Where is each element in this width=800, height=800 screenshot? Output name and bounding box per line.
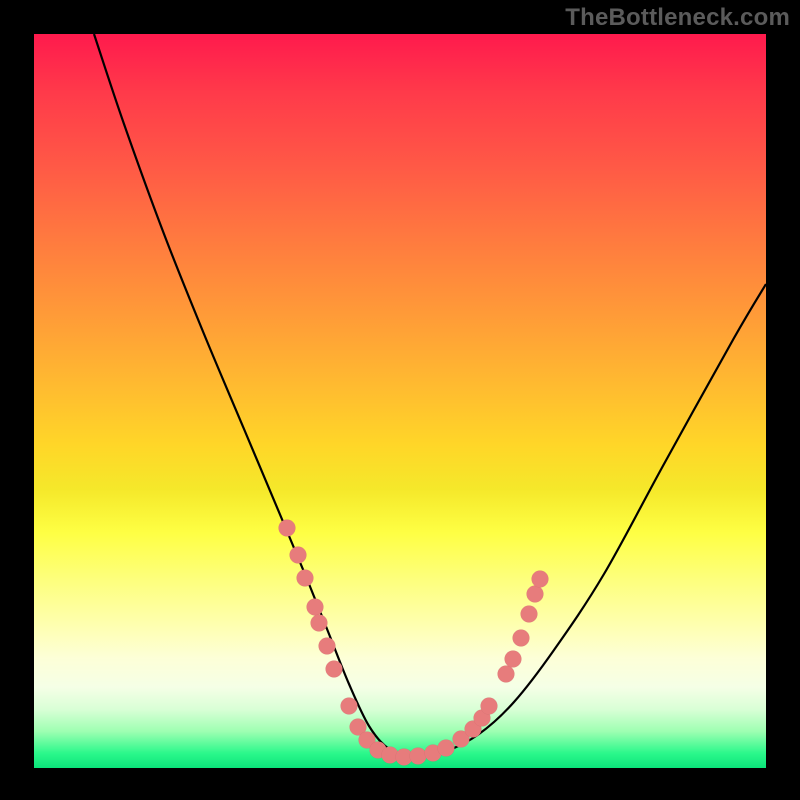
sample-dot — [279, 520, 296, 537]
sample-dot — [410, 748, 427, 765]
watermark-text: TheBottleneck.com — [565, 4, 790, 32]
sample-dot — [481, 698, 498, 715]
chart-frame: TheBottleneck.com — [0, 0, 800, 800]
sample-dot — [326, 661, 343, 678]
sample-dot — [513, 630, 530, 647]
sample-dot — [307, 599, 324, 616]
sample-dot — [341, 698, 358, 715]
sample-dot — [527, 586, 544, 603]
sample-dot — [311, 615, 328, 632]
sample-dot — [498, 666, 515, 683]
sample-dot — [521, 606, 538, 623]
sample-dot — [505, 651, 522, 668]
sample-dot — [290, 547, 307, 564]
sample-dot — [319, 638, 336, 655]
bottleneck-curve — [94, 34, 766, 757]
sample-dot — [297, 570, 314, 587]
sample-dot — [438, 740, 455, 757]
plot-area — [34, 34, 766, 768]
curve-layer — [34, 34, 766, 768]
sample-dots-group — [279, 520, 549, 766]
sample-dot — [532, 571, 549, 588]
